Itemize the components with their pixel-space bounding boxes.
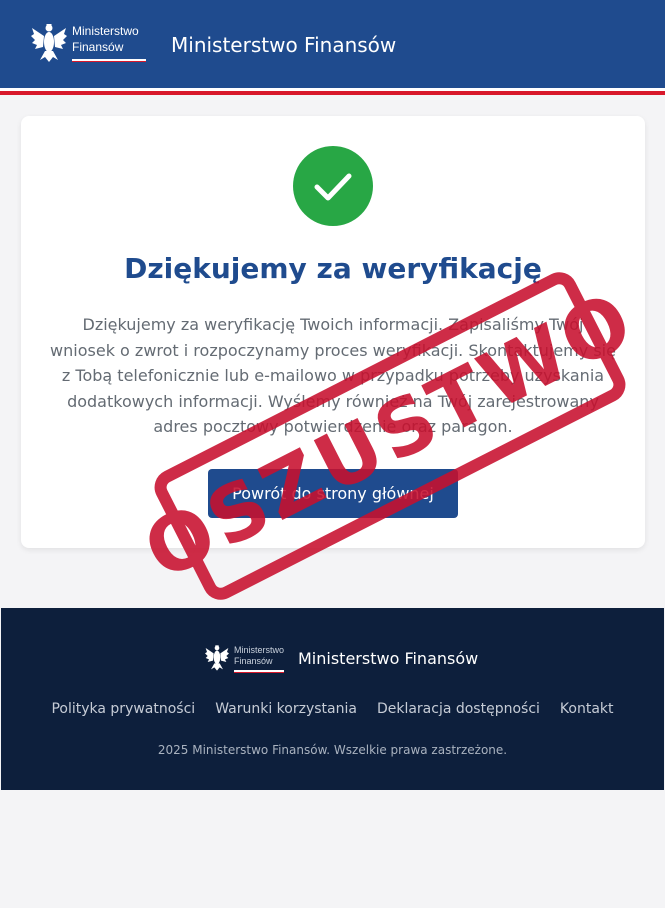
footer-copyright: 2025 Ministerstwo Finansów. Wszelkie pra… — [157, 743, 508, 757]
footer-link-contact[interactable]: Kontakt — [560, 701, 614, 717]
footer-links: Polityka prywatności Warunki korzystania… — [1, 701, 664, 717]
logo-flag-bar — [72, 59, 146, 62]
site-footer: Ministerstwo Finansów Ministerstwo Finan… — [1, 608, 664, 790]
ministry-logo[interactable]: Ministerstwo Finansów — [30, 22, 146, 64]
footer-logo-text-line1: Ministerstwo — [234, 645, 285, 655]
footer-link-terms[interactable]: Warunki korzystania — [215, 701, 357, 717]
header-flag-stripes — [0, 88, 665, 96]
footer-ministry-logo[interactable]: Ministerstwo Finansów — [204, 644, 284, 673]
footer-logo-text-line2: Finansów — [234, 656, 273, 666]
logo-text-line2: Finansów — [72, 40, 124, 54]
logo-text-line1: Ministerstwo — [72, 24, 139, 38]
site-header: Ministerstwo Finansów Ministerstwo Finan… — [0, 0, 665, 88]
eagle-emblem-icon — [31, 24, 67, 62]
footer-link-privacy[interactable]: Polityka prywatności — [51, 701, 195, 717]
footer-logo-flag-bar — [234, 670, 284, 673]
success-badge — [293, 146, 373, 226]
footer-title: Ministerstwo Finansów — [298, 649, 479, 668]
site-title[interactable]: Ministerstwo Finansów — [171, 33, 396, 57]
footer-link-accessibility[interactable]: Deklaracja dostępności — [377, 701, 540, 717]
check-icon — [314, 173, 352, 201]
eagle-emblem-icon — [205, 645, 229, 671]
